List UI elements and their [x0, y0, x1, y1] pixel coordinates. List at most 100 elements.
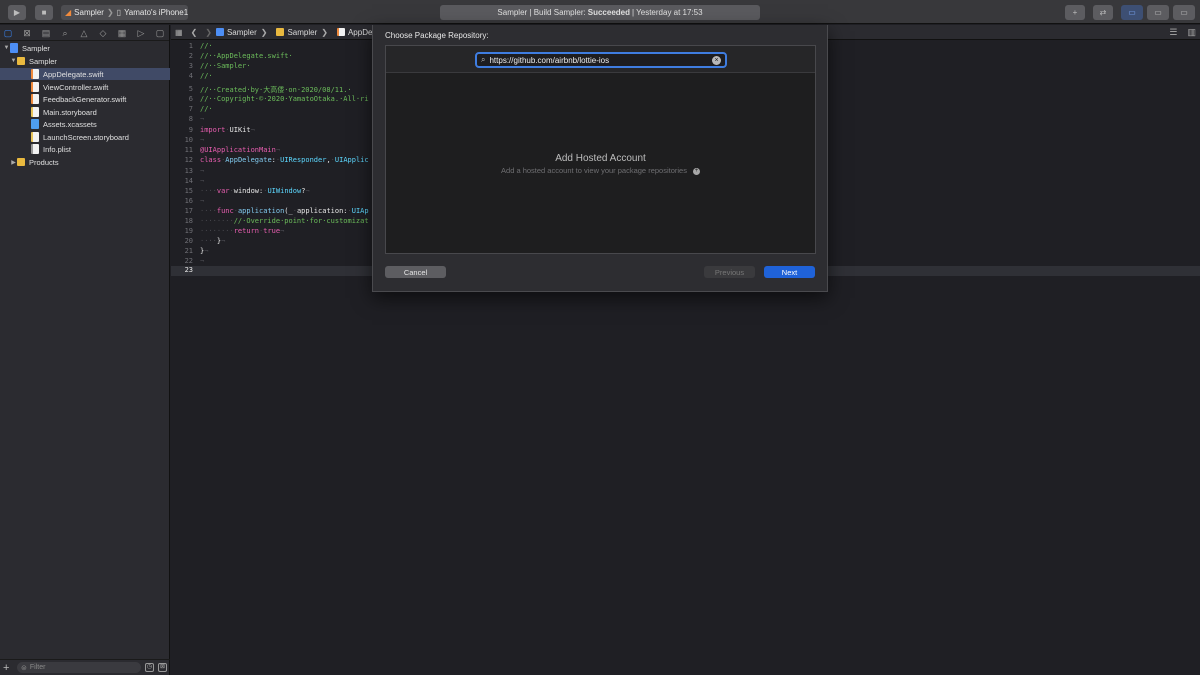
- line-number: 21: [184, 247, 193, 255]
- tree-item-label: Sampler: [29, 56, 57, 66]
- line-number: 9: [188, 126, 193, 134]
- tree-item-assets[interactable]: Assets.xcassets: [0, 118, 170, 130]
- tree-item-label: ViewController.swift: [43, 82, 109, 92]
- cancel-button[interactable]: Cancel: [385, 266, 446, 278]
- tree-item-label: Main.storyboard: [43, 107, 97, 117]
- previous-button[interactable]: Previous: [704, 266, 755, 278]
- disclosure-right-icon[interactable]: ▶: [10, 159, 17, 166]
- tree-item-viewcontroller[interactable]: ViewController.swift: [0, 81, 170, 93]
- editor-options: ☰ ▥: [1169, 27, 1196, 38]
- recent-files-icon[interactable]: ◷: [145, 663, 154, 672]
- search-icon: ⌕: [481, 55, 486, 64]
- project-navigator: ▢ ⊠ ▤ ⌕ △ ◇ ▦ ▷ ▢ ▼ Sampler ▼ Sampler Ap: [0, 25, 170, 675]
- breadcrumb-group[interactable]: Sampler ❯: [276, 28, 332, 37]
- source-control-icon[interactable]: ⊠: [22, 28, 32, 38]
- breadcrumb-label: Sampler: [287, 27, 318, 37]
- folder-icon: [17, 57, 25, 65]
- disclosure-down-icon[interactable]: ▼: [10, 58, 17, 64]
- storyboard-icon: [31, 132, 39, 142]
- empty-state-subtitle: Add a hosted account to view your packag…: [501, 166, 687, 175]
- next-button[interactable]: Next: [764, 266, 815, 278]
- navigator-toggle-button[interactable]: ▭: [1121, 5, 1143, 20]
- status-suffix: | Yesterday at 17:53: [632, 8, 703, 17]
- tree-item-main-storyboard[interactable]: Main.storyboard: [0, 106, 170, 118]
- symbol-icon[interactable]: ▤: [41, 28, 51, 38]
- code-review-button[interactable]: ⇄: [1093, 5, 1113, 20]
- plist-icon: [31, 144, 39, 154]
- tree-item-infoplist[interactable]: Info.plist: [0, 143, 170, 155]
- stop-button[interactable]: ■: [35, 5, 53, 20]
- search-header: ⌕ https://github.com/airbnb/lottie-ios ×: [386, 46, 815, 73]
- status-result: Succeeded: [587, 8, 630, 17]
- line-number: 5: [188, 85, 193, 93]
- tree-item-feedbackgenerator[interactable]: FeedbackGenerator.swift: [0, 93, 170, 105]
- scheme-selector[interactable]: ◢ Sampler ❯ ▯ Yamato's iPhone11: [61, 5, 188, 20]
- line-number: 8: [188, 115, 193, 123]
- debug-icon[interactable]: ▦: [117, 28, 127, 38]
- tree-item-project[interactable]: ▼ Sampler: [0, 42, 170, 54]
- status-prefix: Sampler | Build Sampler:: [497, 8, 586, 17]
- run-button[interactable]: ▶: [8, 5, 26, 20]
- line-number: 10: [184, 136, 193, 144]
- line-number: 7: [188, 105, 193, 113]
- line-number: 6: [188, 95, 193, 103]
- breadcrumb-label: Sampler: [226, 27, 257, 37]
- filter-input[interactable]: ⊜ Filter: [17, 662, 141, 673]
- library-button[interactable]: +: [1065, 5, 1085, 20]
- swift-file-icon: [31, 82, 39, 92]
- source-control-filter-icon[interactable]: ⊠: [158, 663, 167, 672]
- split-editor-icon[interactable]: ▥: [1187, 27, 1196, 38]
- debug-area-toggle-button[interactable]: ▭: [1147, 5, 1169, 20]
- report-icon[interactable]: ▢: [155, 28, 165, 38]
- test-icon[interactable]: ◇: [98, 28, 108, 38]
- tree-item-launchscreen[interactable]: LaunchScreen.storyboard: [0, 131, 170, 143]
- breadcrumb-project[interactable]: Sampler ❯: [215, 27, 272, 37]
- tree-item-label: Products: [29, 157, 59, 167]
- line-number: 22: [184, 257, 193, 265]
- navigator-filter-bar: + ⊜ Filter ◷ ⊠: [0, 659, 170, 675]
- line-number: 13: [184, 167, 193, 175]
- chevron-right-icon: ❯: [321, 27, 328, 37]
- tree-item-label: Info.plist: [43, 144, 71, 154]
- line-number: 2: [188, 52, 193, 60]
- add-account-icon[interactable]: +: [692, 167, 700, 175]
- assets-icon: [31, 119, 39, 129]
- line-number: 1: [188, 42, 193, 50]
- disclosure-down-icon[interactable]: ▼: [3, 45, 10, 51]
- navigator-tabs: ▢ ⊠ ▤ ⌕ △ ◇ ▦ ▷ ▢: [0, 25, 169, 41]
- arrows-icon: ⇄: [1099, 8, 1107, 17]
- related-items-icon[interactable]: ▦: [175, 28, 183, 37]
- line-number: 16: [184, 197, 193, 205]
- activity-status: Sampler | Build Sampler: Succeeded | Yes…: [440, 5, 760, 20]
- back-arrow-icon[interactable]: ❮: [191, 28, 198, 37]
- inspector-toggle-button[interactable]: ▭: [1173, 5, 1195, 20]
- plus-icon: +: [1072, 8, 1078, 17]
- sheet-title: Choose Package Repository:: [385, 31, 489, 40]
- scheme-device: Yamato's iPhone11: [124, 8, 188, 17]
- tree-item-label: AppDelegate.swift: [43, 69, 104, 79]
- add-file-button[interactable]: +: [3, 662, 13, 674]
- editor-options-icon[interactable]: ☰: [1169, 27, 1177, 38]
- tree-item-products[interactable]: ▶ Products: [0, 156, 170, 168]
- folder-icon[interactable]: ▢: [3, 28, 13, 38]
- line-number: 17: [184, 207, 193, 215]
- tree-item-group-sampler[interactable]: ▼ Sampler: [0, 55, 170, 67]
- clear-icon[interactable]: ×: [712, 55, 721, 65]
- line-number: 23: [184, 266, 193, 274]
- forward-arrow-icon[interactable]: ❯: [205, 28, 212, 37]
- project-icon: [215, 28, 224, 36]
- tree-item-appdelegate[interactable]: AppDelegate.swift: [0, 68, 170, 80]
- line-number: 15: [184, 187, 193, 195]
- line-number: 12: [184, 156, 193, 164]
- search-icon[interactable]: ⌕: [60, 28, 70, 38]
- empty-state-subtitle-row: Add a hosted account to view your packag…: [386, 166, 815, 175]
- swift-file-icon: [31, 69, 39, 79]
- warning-icon[interactable]: △: [79, 28, 89, 38]
- repository-panel: ⌕ https://github.com/airbnb/lottie-ios ×…: [385, 45, 816, 254]
- storyboard-icon: [31, 107, 39, 117]
- line-number: 19: [184, 227, 193, 235]
- breakpoint-icon[interactable]: ▷: [136, 28, 146, 38]
- right-panel-icon: ▭: [1180, 8, 1188, 17]
- repository-url-input[interactable]: ⌕ https://github.com/airbnb/lottie-ios ×: [475, 52, 727, 68]
- toolbar: ▶ ■ ◢ Sampler ❯ ▯ Yamato's iPhone11 Samp…: [0, 0, 1200, 24]
